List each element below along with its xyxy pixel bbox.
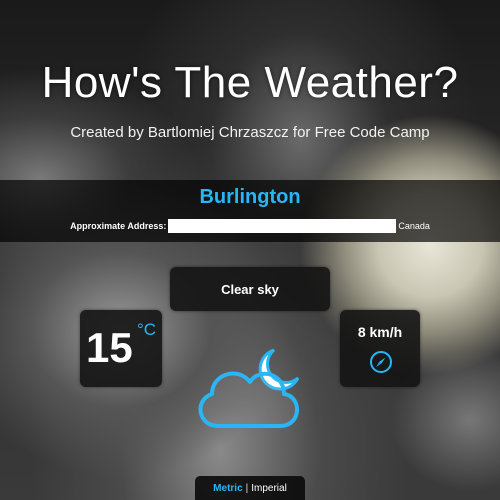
city-name: Burlington <box>199 186 301 208</box>
address-label: Approximate Address: <box>70 221 167 231</box>
address-row: Approximate Address: Canada <box>0 219 500 233</box>
address-field[interactable] <box>168 219 397 233</box>
weather-description: Clear sky <box>221 281 279 297</box>
page-title: How's The Weather? <box>41 58 459 107</box>
temperature-unit: °C <box>137 320 157 339</box>
imperial-units-link[interactable]: Imperial <box>251 483 287 494</box>
wind-speed: 8 km/h <box>357 324 403 340</box>
partly-cloudy-night-icon <box>198 348 300 428</box>
wind-panel: 8 km/h <box>340 310 420 387</box>
units-switcher: Metric | Imperial <box>195 476 305 500</box>
metric-units-link[interactable]: Metric <box>213 483 242 494</box>
wind-direction-icon <box>370 351 392 373</box>
page-subtitle: Created by Bartlomiej Chrzaszcz for Free… <box>70 124 430 141</box>
country-label: Canada <box>398 221 430 231</box>
temperature-panel: 15 °C <box>80 310 162 387</box>
weather-description-panel: Clear sky <box>170 267 330 311</box>
temperature-value: 15 <box>86 324 133 371</box>
units-separator: | <box>245 482 249 494</box>
